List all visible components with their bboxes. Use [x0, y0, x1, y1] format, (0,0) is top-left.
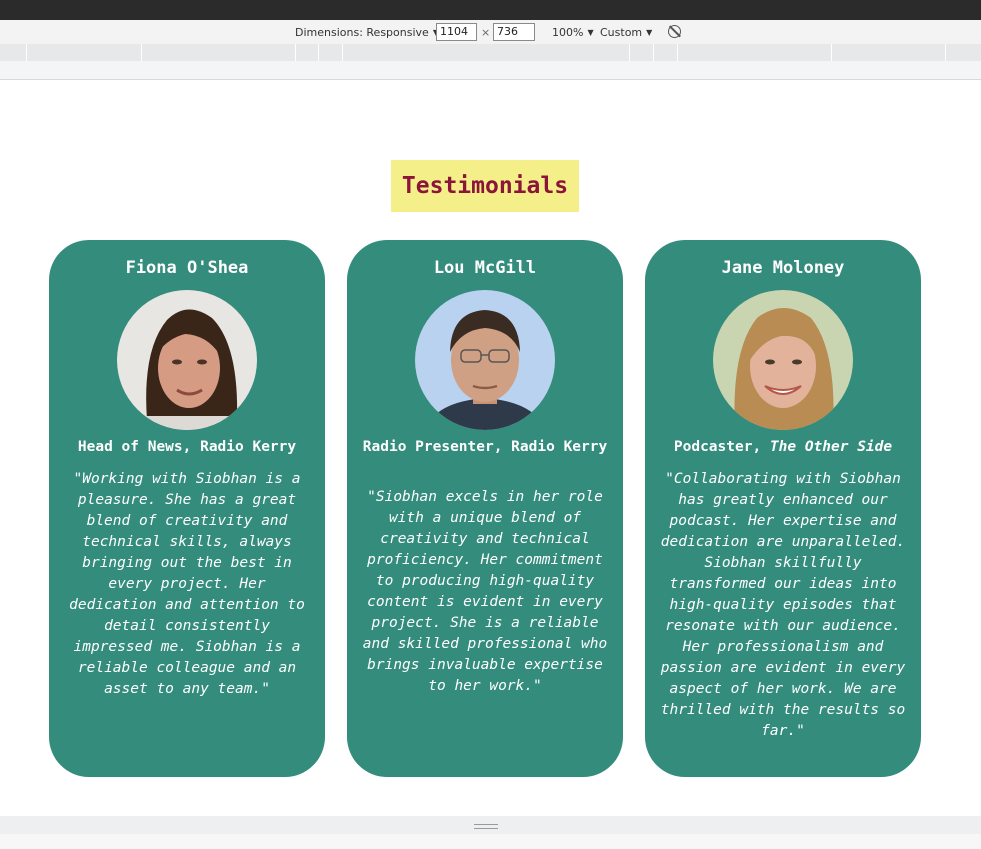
- height-input[interactable]: 736: [493, 23, 535, 41]
- dimensions-label: Dimensions: Responsive: [295, 25, 429, 39]
- rotate-icon[interactable]: [668, 25, 681, 38]
- testimonial-title: Podcaster, The Other Side: [657, 438, 909, 456]
- width-input[interactable]: 1104: [436, 23, 477, 41]
- zoom-dropdown[interactable]: 100% ▼: [552, 20, 594, 44]
- media-query-segment[interactable]: [677, 44, 678, 61]
- page-heading: Testimonials: [391, 160, 579, 212]
- zoom-label: 100%: [552, 25, 584, 39]
- times-symbol: ×: [481, 26, 491, 39]
- ruler-bar: [0, 61, 981, 80]
- testimonial-name: Fiona O'Shea: [125, 258, 249, 278]
- media-query-segment[interactable]: [831, 44, 832, 61]
- testimonial-quote: "Siobhan excels in her role with a uniqu…: [362, 489, 608, 694]
- media-query-segment[interactable]: [945, 44, 946, 61]
- media-query-segment[interactable]: [629, 44, 630, 61]
- browser-top-bar: [0, 0, 981, 20]
- below-viewport-area: [0, 834, 981, 849]
- throttle-dropdown[interactable]: Custom ▼: [600, 20, 652, 44]
- testimonial-quote: "Collaborating with Siobhan has greatly …: [660, 471, 906, 739]
- media-query-segment[interactable]: [342, 44, 343, 61]
- testimonial-card: Lou McGill Radio Presenter, Radio Kerry …: [347, 240, 623, 777]
- testimonial-title: Radio Presenter, Radio Kerry: [362, 439, 608, 455]
- media-query-segment[interactable]: [318, 44, 319, 61]
- testimonial-card: Fiona O'Shea Head of News, Radio Kerry "…: [49, 240, 325, 777]
- media-query-segment[interactable]: [141, 44, 142, 61]
- device-toolbar: Dimensions: Responsive ▼ 1104 × 736 100%…: [0, 20, 981, 44]
- viewport-resize-bar[interactable]: [0, 816, 981, 834]
- podcast-name: The Other Side: [769, 439, 893, 455]
- testimonial-name: Jane Moloney: [721, 258, 845, 278]
- testimonial-quote: "Working with Siobhan is a pleasure. She…: [69, 471, 305, 697]
- page-viewport: Testimonials Fiona O'Shea Head of News, …: [0, 80, 981, 816]
- media-query-bar[interactable]: [0, 44, 981, 61]
- testimonial-name: Lou McGill: [433, 258, 537, 278]
- title-prefix: Podcaster,: [673, 439, 770, 455]
- woman-blonde-hair-photo: [713, 290, 853, 430]
- woman-dark-hair-photo: [117, 290, 257, 430]
- chevron-down-icon: ▼: [646, 27, 653, 37]
- throttle-label: Custom: [600, 25, 643, 39]
- testimonial-card: Jane Moloney Podcaster, The Other Side "…: [645, 240, 921, 777]
- media-query-segment[interactable]: [26, 44, 27, 61]
- dimensions-dropdown[interactable]: Dimensions: Responsive ▼: [295, 20, 439, 44]
- media-query-segment[interactable]: [653, 44, 654, 61]
- media-query-segment[interactable]: [295, 44, 296, 61]
- resize-handle-icon[interactable]: [474, 824, 498, 829]
- chevron-down-icon: ▼: [587, 27, 594, 37]
- man-glasses-photo: [415, 290, 555, 430]
- testimonial-title: Head of News, Radio Kerry: [77, 439, 297, 455]
